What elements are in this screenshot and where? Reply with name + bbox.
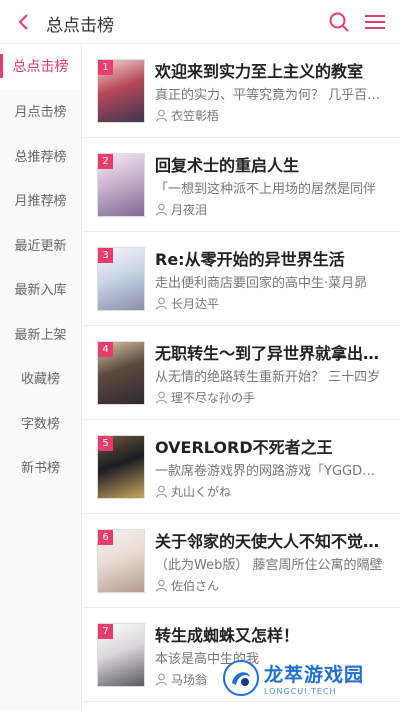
person-icon xyxy=(155,297,168,310)
author-row: 马场翁 xyxy=(155,670,207,688)
sidebar-item-recent-update[interactable]: 最近更新 xyxy=(0,222,81,267)
rank-badge: 6 xyxy=(98,530,113,545)
book-title: 关于邻家的天使大人不知不觉把我惯成了废人这档子事 xyxy=(155,532,390,551)
book-cover: 6 xyxy=(97,529,145,593)
rank-badge: 5 xyxy=(98,436,113,451)
top-bar: 总点击榜 xyxy=(0,0,400,44)
sidebar-item-total-clicks[interactable]: 总点击榜 xyxy=(0,44,81,89)
sidebar-item-newly-listed[interactable]: 最新上架 xyxy=(0,311,81,356)
author-row: 月夜泪 xyxy=(155,200,207,218)
ranking-sidebar: 总点击榜 月点击榜 总推荐榜 月推荐榜 最近更新 最新入库 最新上架 收藏榜 字… xyxy=(0,44,82,711)
book-description: 「一想到这种派不上用场的居然是同伴 xyxy=(155,182,377,197)
sidebar-item-label: 最新入库 xyxy=(14,283,67,299)
sidebar-item-label: 字数榜 xyxy=(20,416,60,432)
author-name: 理不尽な孙の手 xyxy=(171,390,256,405)
sidebar-item-monthly-clicks[interactable]: 月点击榜 xyxy=(0,89,81,134)
book-title: 转生成蜘蛛又怎样！ xyxy=(155,626,300,645)
sidebar-item-label: 最新上架 xyxy=(14,327,67,343)
author-name: 马场翁 xyxy=(171,672,208,687)
book-cover: 3 xyxy=(97,247,145,311)
author-name: 衣笠彰梧 xyxy=(171,108,220,123)
watermark-title: 龙萃游戏园 xyxy=(264,664,365,686)
sidebar-item-label: 月点击榜 xyxy=(14,105,67,121)
book-cover: 7 xyxy=(97,623,145,687)
sidebar-item-newly-added[interactable]: 最新入库 xyxy=(0,267,81,312)
sidebar-item-label: 月推荐榜 xyxy=(14,194,67,210)
person-icon xyxy=(155,673,168,686)
book-cover: 2 xyxy=(97,153,145,217)
book-cover: 4 xyxy=(97,341,145,405)
book-title: Re:从零开始的异世界生活 xyxy=(155,250,345,269)
author-row: 丸山くがね xyxy=(155,482,231,500)
book-title: 欢迎来到实力至上主义的教室 xyxy=(155,62,364,81)
person-icon xyxy=(155,391,168,404)
sidebar-item-label: 新书榜 xyxy=(20,461,60,477)
book-description: 走出便利商店要回家的高中生·菜月昴 xyxy=(155,276,368,291)
watermark: 龙萃游戏园 LONGCUI.TECH xyxy=(222,653,382,703)
sidebar-item-label: 收藏榜 xyxy=(20,372,60,388)
sidebar-item-favorites[interactable]: 收藏榜 xyxy=(0,356,81,401)
person-icon xyxy=(155,109,168,122)
book-title: 无职转生～到了异世界就拿出真本事～ xyxy=(155,344,390,363)
search-icon[interactable] xyxy=(328,11,350,33)
author-name: 长月达平 xyxy=(171,296,220,311)
book-cover: 5 xyxy=(97,435,145,499)
book-title: 回复术士的重启人生 xyxy=(155,156,300,175)
rank-badge: 1 xyxy=(98,60,113,75)
author-name: 丸山くがね xyxy=(171,484,232,499)
book-description: 从无情的绝路转生重新开始？ 三十四岁 xyxy=(155,370,381,385)
author-row: 理不尽な孙の手 xyxy=(155,388,255,406)
book-description: 真正的实力、平等究竟为何？ 几乎百分之百 xyxy=(155,88,383,103)
sidebar-item-total-recommend[interactable]: 总推荐榜 xyxy=(0,133,81,178)
list-item[interactable]: 2 回复术士的重启人生 「一想到这种派不上用场的居然是同伴 月夜泪 xyxy=(83,138,400,232)
list-item[interactable]: 6 关于邻家的天使大人不知不觉把我惯成了废人这档子事 （此为Web版） 藤宫周所… xyxy=(83,514,400,608)
book-description: （此为Web版） 藤宫周所住公寓的隔壁 xyxy=(155,558,383,573)
sidebar-item-new-books[interactable]: 新书榜 xyxy=(0,445,81,490)
rank-badge: 7 xyxy=(98,624,113,639)
person-icon xyxy=(155,579,168,592)
book-description: 一款席卷游戏界的网路游戏「YGGDRASIL」 xyxy=(155,464,383,479)
list-item[interactable]: 3 Re:从零开始的异世界生活 走出便利商店要回家的高中生·菜月昴 长月达平 xyxy=(83,232,400,326)
longcui-logo-icon xyxy=(223,660,259,696)
rank-badge: 4 xyxy=(98,342,113,357)
person-icon xyxy=(155,203,168,216)
author-row: 衣笠彰梧 xyxy=(155,106,219,124)
sidebar-item-label: 总点击榜 xyxy=(12,59,69,76)
author-row: 佐伯さん xyxy=(155,576,219,594)
rank-badge: 2 xyxy=(98,154,113,169)
page-title: 总点击榜 xyxy=(46,16,114,36)
sidebar-item-word-count[interactable]: 字数榜 xyxy=(0,400,81,445)
author-row: 长月达平 xyxy=(155,294,219,312)
sidebar-item-label: 最近更新 xyxy=(14,238,67,254)
sidebar-item-label: 总推荐榜 xyxy=(14,149,67,165)
rank-badge: 3 xyxy=(98,248,113,263)
back-arrow-icon[interactable] xyxy=(14,12,34,32)
list-item[interactable]: 5 OVERLORD不死者之王 一款席卷游戏界的网路游戏「YGGDRASIL」 … xyxy=(83,420,400,514)
watermark-subtitle: LONGCUI.TECH xyxy=(264,687,337,696)
list-item[interactable]: 4 无职转生～到了异世界就拿出真本事～ 从无情的绝路转生重新开始？ 三十四岁 理… xyxy=(83,326,400,420)
book-cover: 1 xyxy=(97,59,145,123)
menu-icon[interactable] xyxy=(364,12,386,32)
sidebar-item-monthly-recommend[interactable]: 月推荐榜 xyxy=(0,178,81,223)
person-icon xyxy=(155,485,168,498)
author-name: 佐伯さん xyxy=(171,578,220,593)
list-item[interactable]: 1 欢迎来到实力至上主义的教室 真正的实力、平等究竟为何？ 几乎百分之百 衣笠彰… xyxy=(83,44,400,138)
book-title: OVERLORD不死者之王 xyxy=(155,438,333,457)
book-list: 1 欢迎来到实力至上主义的教室 真正的实力、平等究竟为何？ 几乎百分之百 衣笠彰… xyxy=(83,44,400,711)
author-name: 月夜泪 xyxy=(171,202,208,217)
